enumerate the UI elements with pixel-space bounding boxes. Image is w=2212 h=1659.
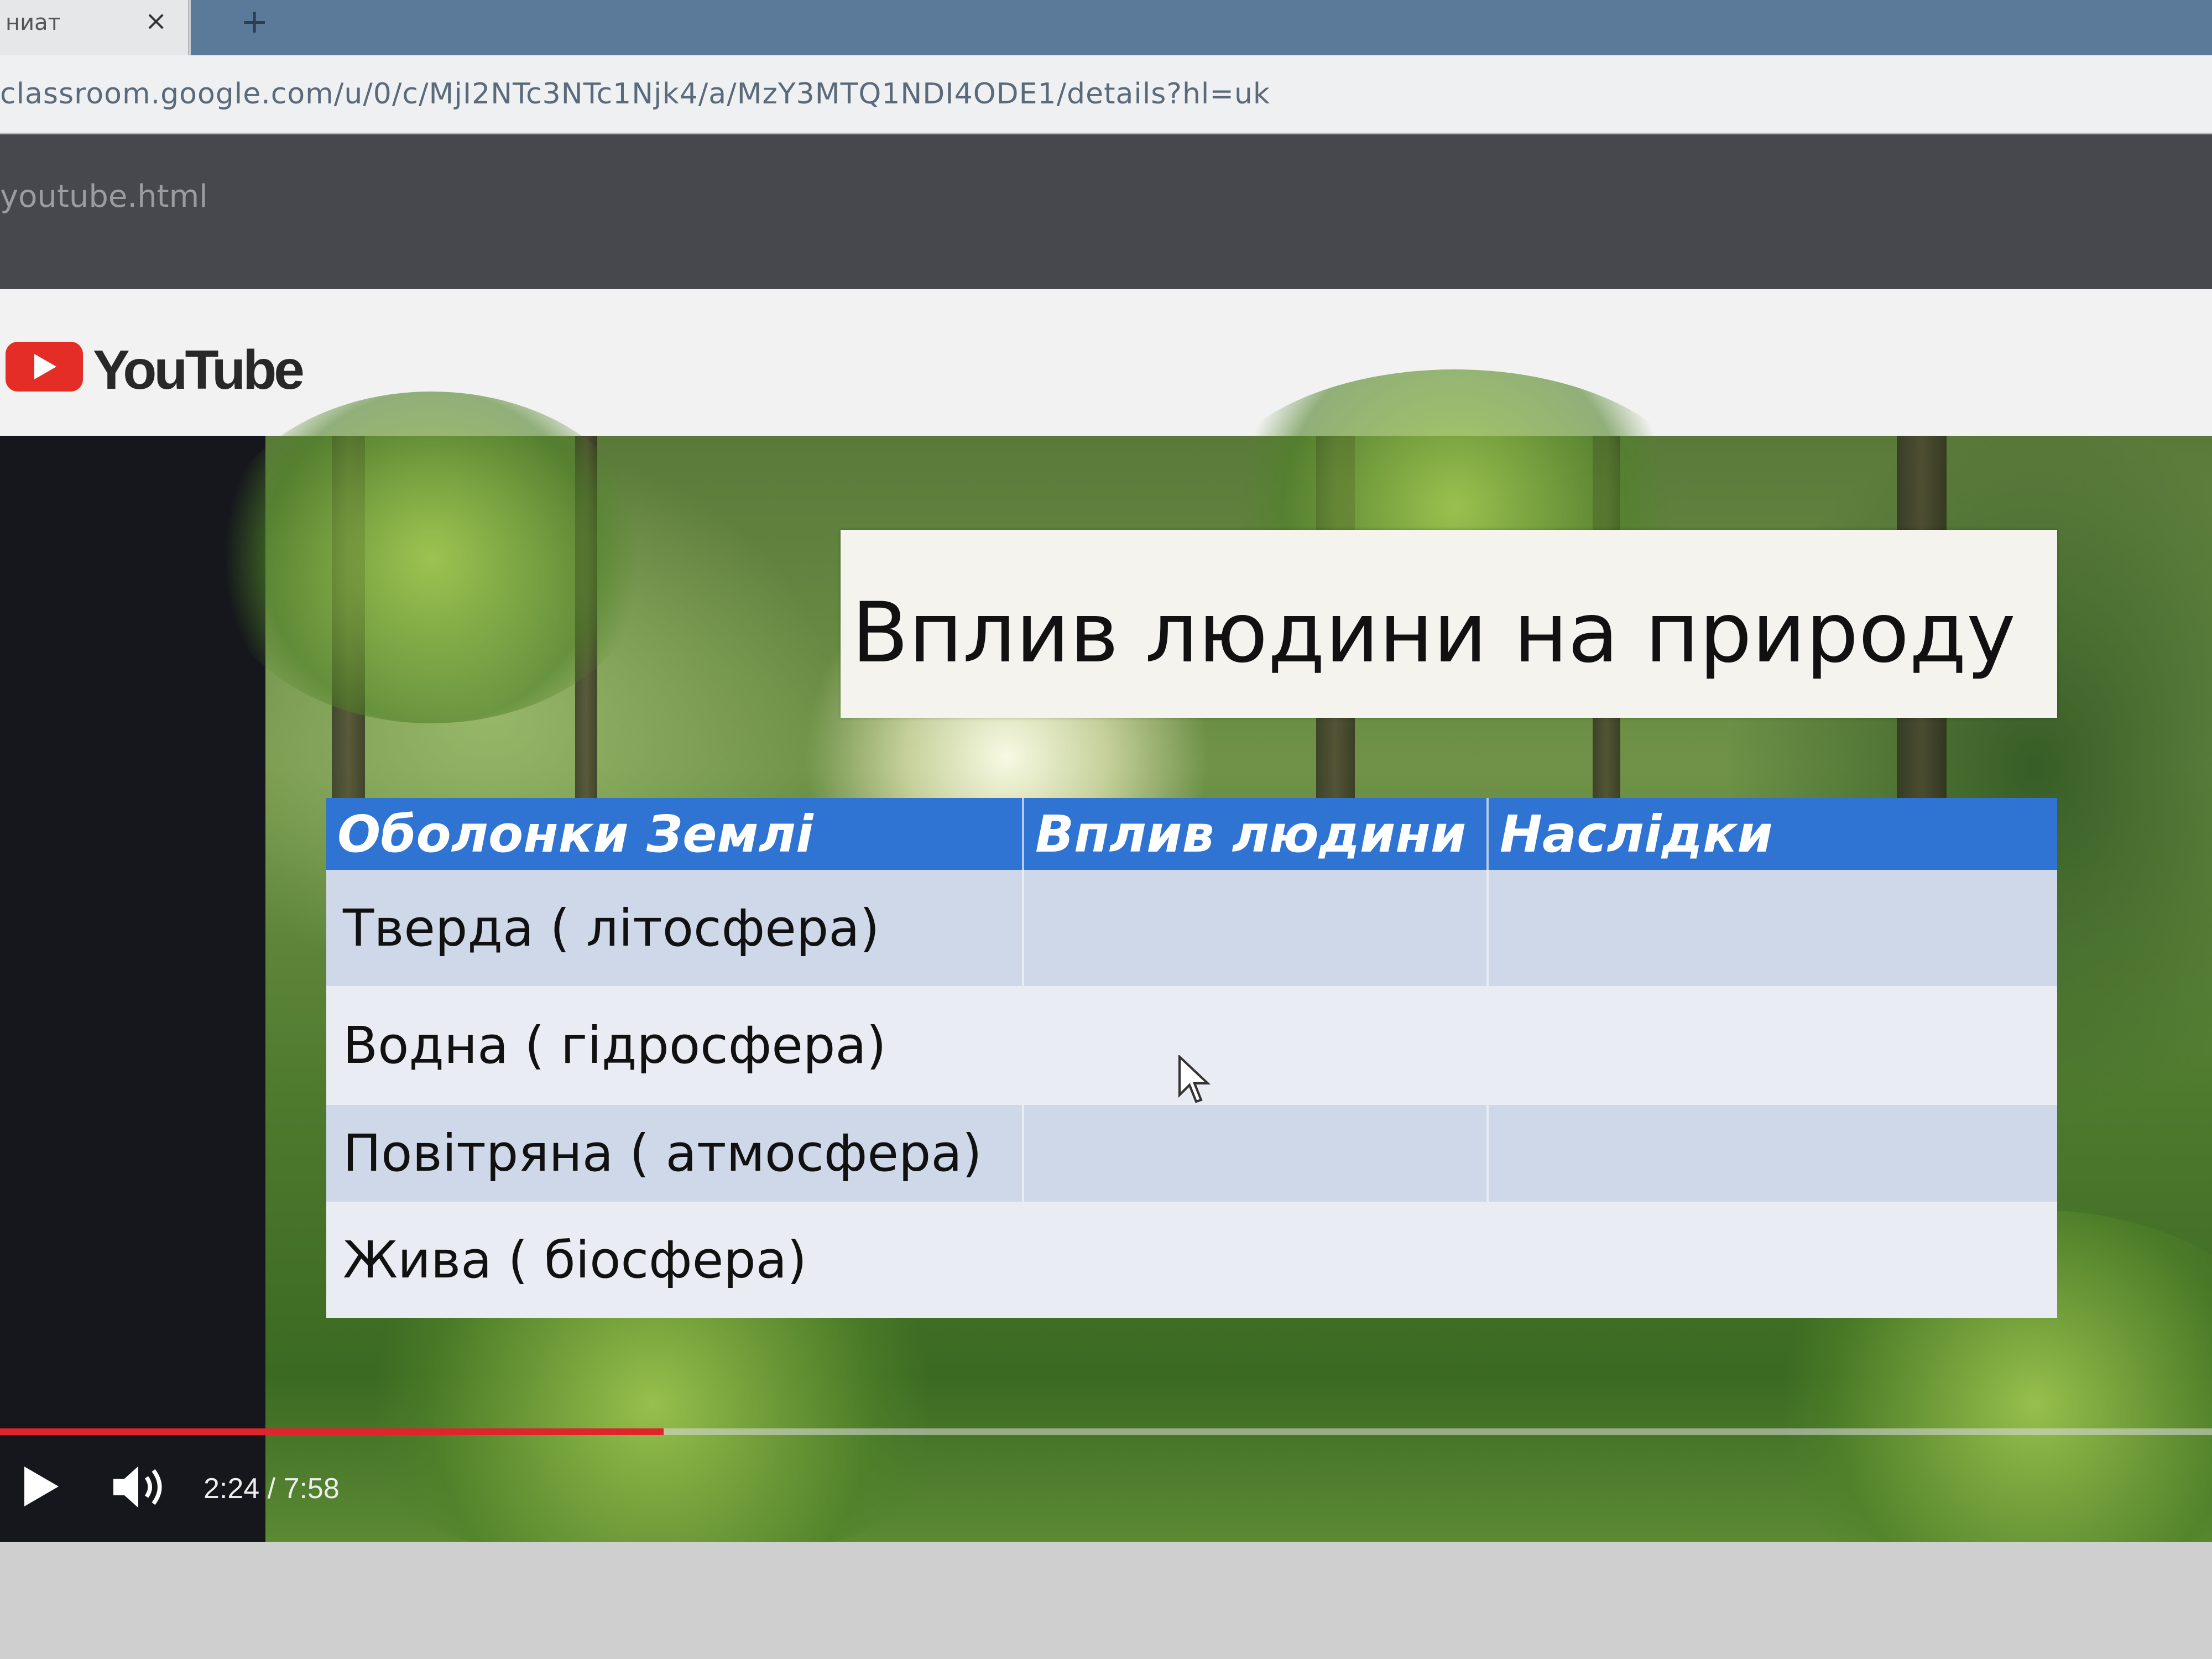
table-header-cell: Наслідки <box>1488 798 2057 870</box>
progress-bar[interactable] <box>0 1428 2212 1435</box>
table-cell: Повітряна ( атмосфера) <box>326 1105 1024 1202</box>
table-cell: Тверда ( літосфера) <box>326 870 1024 986</box>
table-row: Повітряна ( атмосфера) <box>326 1105 2057 1202</box>
screen: ниат × + classroom.google.com/u/0/c/MjI2… <box>0 0 2212 1659</box>
youtube-logo-text: YouTube <box>93 339 305 401</box>
youtube-play-triangle <box>34 354 56 379</box>
browser-tab[interactable]: ниат × <box>0 0 189 55</box>
tab-close-icon[interactable]: × <box>145 6 167 36</box>
new-tab-button[interactable]: + <box>241 2 268 41</box>
time-display: 2:24 / 7:58 <box>204 1473 340 1505</box>
video-player[interactable]: Вплив людини на природу Оболонки Землі В… <box>0 369 2212 1597</box>
table-cell <box>1023 1105 1489 1202</box>
foliage <box>210 392 653 723</box>
play-button[interactable] <box>22 1464 66 1509</box>
address-bar[interactable]: classroom.google.com/u/0/c/MjI2NTc3NTc1N… <box>0 55 2212 134</box>
table-cell <box>1488 986 2057 1105</box>
table-cell <box>1023 870 1489 986</box>
tab-title: ниат <box>6 10 61 35</box>
browser-tabstrip: ниат × + <box>0 0 2212 55</box>
play-icon <box>24 1467 59 1506</box>
table-header-cell: Вплив людини <box>1023 798 1489 870</box>
screen-bottom-area <box>0 1542 2212 1659</box>
bookmark-item[interactable]: youtube.html <box>0 179 208 215</box>
table-header-row: Оболонки Землі Вплив людини Наслідки <box>326 798 2057 870</box>
table-header-cell: Оболонки Землі <box>326 798 1024 870</box>
table-row: Тверда ( літосфера) <box>326 870 2057 986</box>
volume-icon[interactable] <box>111 1462 171 1512</box>
slide-title: Вплив людини на природу <box>852 585 2016 681</box>
table-cell <box>1488 870 2057 986</box>
player-controls: 2:24 / 7:58 <box>0 1442 2212 1531</box>
youtube-logo-icon <box>6 342 83 392</box>
table-cell <box>1023 1202 1489 1318</box>
address-url[interactable]: classroom.google.com/u/0/c/MjI2NTc3NTc1N… <box>0 77 1270 111</box>
table-row: Жива ( біосфера) <box>326 1202 2057 1318</box>
new-tab-area: + <box>191 0 2212 55</box>
progress-played <box>0 1428 664 1435</box>
slide-title-box: Вплив людини на природу <box>841 530 2057 718</box>
table-cell <box>1023 986 1489 1105</box>
table-cell <box>1488 1202 2057 1318</box>
bookmark-bar: youtube.html <box>0 134 2212 289</box>
table-cell: Водна ( гідросфера) <box>326 986 1024 1105</box>
table-cell <box>1488 1105 2057 1202</box>
mouse-cursor-icon <box>1178 1055 1211 1103</box>
table-cell: Жива ( біосфера) <box>326 1202 1024 1318</box>
video-frame[interactable]: Вплив людини на природу Оболонки Землі В… <box>210 369 2212 1597</box>
